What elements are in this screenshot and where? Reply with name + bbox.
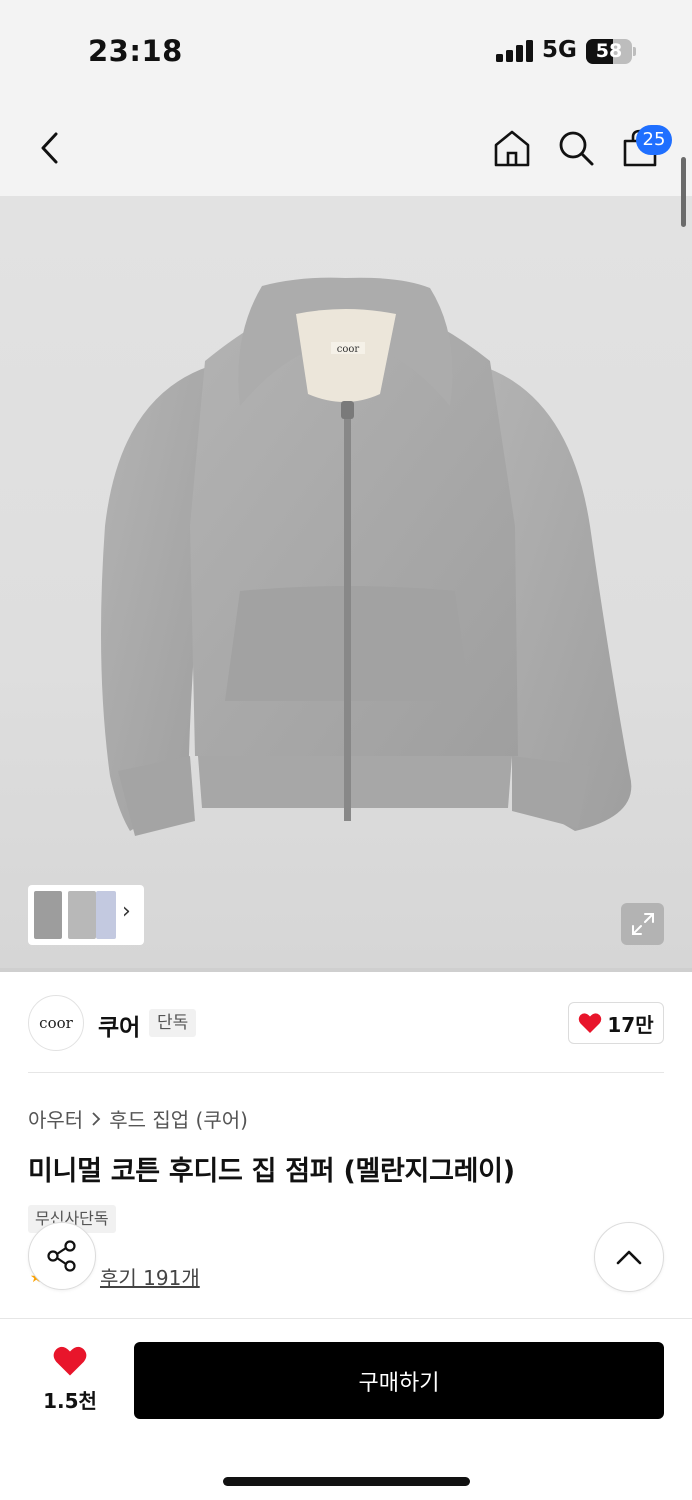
product-title: 미니멀 코튼 후디드 집 점퍼 (멜란지그레이) bbox=[28, 1156, 515, 1187]
chevron-right-icon bbox=[92, 1111, 101, 1126]
wishlist-count: 1.5천 bbox=[43, 1389, 97, 1413]
breadcrumb: 아우터 후드 집업 (쿠어) bbox=[28, 1104, 248, 1133]
search-icon bbox=[559, 131, 594, 166]
chevron-up-icon bbox=[616, 1250, 642, 1265]
wishlist-button[interactable]: 1.5천 bbox=[36, 1345, 104, 1414]
thumbnail-strip[interactable]: › bbox=[28, 885, 144, 945]
battery-icon: 58 bbox=[586, 39, 632, 64]
scroll-top-button[interactable] bbox=[594, 1222, 664, 1292]
share-icon bbox=[47, 1240, 76, 1272]
product-image[interactable]: coor bbox=[0, 196, 692, 972]
scrollbar[interactable] bbox=[681, 157, 686, 227]
status-bar: 23:18 5G 58 bbox=[0, 0, 692, 100]
hoodie-illustration: coor bbox=[101, 277, 632, 836]
status-time: 23:18 bbox=[88, 34, 183, 68]
brand-name[interactable]: 쿠어 bbox=[98, 1008, 140, 1042]
back-button[interactable] bbox=[28, 126, 72, 170]
thumbnail-1[interactable] bbox=[34, 891, 62, 939]
thumbnail-3[interactable] bbox=[96, 891, 116, 939]
battery-cap bbox=[633, 47, 636, 56]
cart-count-badge: 25 bbox=[636, 125, 672, 155]
network-type: 5G bbox=[542, 37, 577, 63]
brand-logo[interactable]: coor bbox=[28, 995, 84, 1051]
image-divider bbox=[0, 968, 692, 972]
breadcrumb-category[interactable]: 아우터 bbox=[28, 1104, 83, 1133]
exclusive-badge: 단독 bbox=[149, 1009, 197, 1037]
brand-like-count: 17만 bbox=[607, 1012, 654, 1037]
product-detail-screen: 23:18 5G 58 25 coor › coor 쿠어 단독 17만 아우터… bbox=[0, 0, 692, 1500]
brand-like-button[interactable]: 17만 bbox=[568, 1002, 664, 1044]
share-button[interactable] bbox=[28, 1222, 96, 1290]
expand-icon bbox=[631, 913, 654, 935]
hoodie-label: coor bbox=[337, 344, 360, 355]
battery-level: 58 bbox=[595, 40, 623, 62]
back-arrow-icon bbox=[41, 132, 58, 164]
top-nav bbox=[0, 100, 692, 196]
thumbnail-2[interactable] bbox=[68, 891, 96, 939]
divider bbox=[28, 1072, 664, 1073]
home-icon bbox=[494, 130, 530, 167]
breadcrumb-subcategory[interactable]: 후드 집업 (쿠어) bbox=[109, 1104, 248, 1133]
home-indicator[interactable] bbox=[223, 1477, 470, 1486]
buy-button[interactable]: 구매하기 bbox=[134, 1342, 664, 1419]
thumbnail-more-icon[interactable]: › bbox=[122, 899, 131, 924]
home-button[interactable] bbox=[490, 126, 534, 170]
search-button[interactable] bbox=[554, 126, 598, 170]
signal-icon bbox=[496, 40, 534, 62]
heart-icon bbox=[53, 1346, 87, 1376]
expand-button[interactable] bbox=[621, 903, 664, 945]
heart-icon bbox=[579, 1013, 602, 1033]
review-link[interactable]: 후기 191개 bbox=[100, 1262, 200, 1291]
